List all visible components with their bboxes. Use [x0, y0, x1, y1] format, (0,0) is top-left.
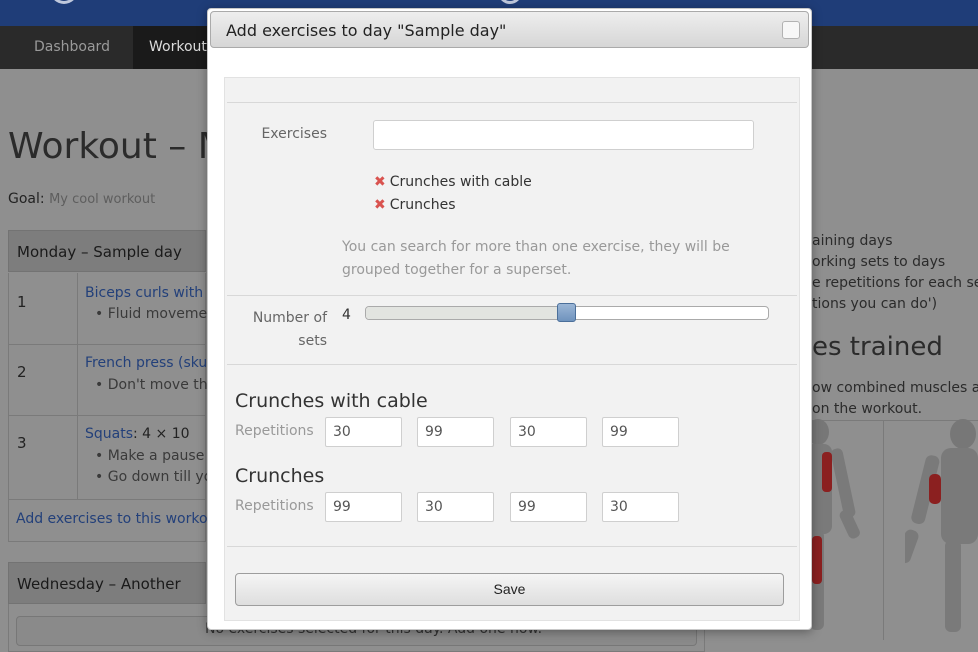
- repetitions-label: Repetitions: [235, 423, 314, 439]
- info-line: orking sets to days: [812, 254, 946, 270]
- form-divider: [227, 546, 797, 547]
- day-header-monday: Monday – Sample day: [8, 230, 206, 272]
- exercise-note: • Make a pause a: [95, 448, 218, 464]
- exercise-link[interactable]: Biceps curls with du: [85, 285, 225, 301]
- dialog-titlebar[interactable]: Add exercises to day "Sample day": [210, 11, 809, 48]
- selected-exercise: ✖ Crunches with cable: [374, 174, 532, 190]
- info-line: aining days: [812, 233, 893, 249]
- repetition-input[interactable]: 30: [417, 492, 494, 522]
- nav-dashboard[interactable]: Dashboard: [18, 26, 126, 69]
- row-divider: [77, 345, 78, 415]
- exercise-note: • Go down till you: [95, 469, 222, 485]
- goal-value: My cool workout: [49, 192, 156, 207]
- muscles-info-line: on the workout.: [812, 401, 923, 417]
- table-row: 1 Biceps curls with du • Fluid movemen: [8, 273, 225, 345]
- repetition-input[interactable]: 99: [325, 492, 402, 522]
- sets-value: 4: [342, 307, 351, 323]
- muscles-heading: es trained: [812, 332, 943, 362]
- repetition-input[interactable]: 30: [510, 417, 587, 447]
- save-button[interactable]: Save: [235, 573, 784, 606]
- form-divider: [227, 364, 797, 365]
- info-line: e repetitions for each set (: [812, 275, 978, 291]
- slider-fill: [366, 307, 567, 319]
- table-row: 3 Squats: 4 × 10 • Make a pause a • Go d…: [8, 416, 221, 500]
- repetition-input[interactable]: 30: [602, 492, 679, 522]
- sets-label: Number of sets: [252, 310, 327, 349]
- exercise-block-title: Crunches with cable: [235, 390, 428, 412]
- exercise-link[interactable]: French press (skull: [85, 355, 215, 371]
- add-exercises-link[interactable]: Add exercises to this workout: [16, 511, 222, 527]
- day-header-wednesday: Wednesday – Another sam: [8, 562, 206, 635]
- repetition-input[interactable]: 99: [510, 492, 587, 522]
- exercise-note: • Don't move the: [95, 377, 217, 393]
- add-exercises-dialog: Add exercises to day "Sample day" Exerci…: [207, 8, 812, 630]
- remove-icon[interactable]: ✖: [374, 174, 386, 190]
- repetition-input[interactable]: 99: [602, 417, 679, 447]
- exercise-link[interactable]: Squats: 4 × 10: [85, 426, 190, 442]
- form-divider: [227, 295, 797, 296]
- repetition-input[interactable]: 99: [417, 417, 494, 447]
- diagram-divider: [883, 420, 884, 640]
- muscle-back-figure: [905, 419, 978, 632]
- goal-label: Goal:: [8, 191, 45, 207]
- dialog-form: Exercises ✖ Crunches with cable ✖ Crunches…: [224, 77, 800, 621]
- muscles-info-line: ow combined muscles as t: [812, 380, 978, 396]
- remove-icon[interactable]: ✖: [374, 197, 386, 213]
- selected-exercise: ✖ Crunches: [374, 197, 456, 213]
- slider-handle[interactable]: [557, 303, 576, 322]
- page-title: Workout – M: [8, 126, 229, 167]
- sets-slider[interactable]: [365, 303, 769, 322]
- dialog-title: Add exercises to day "Sample day": [226, 21, 507, 40]
- superset-hint: You can search for more than one exercis…: [342, 239, 730, 278]
- row-number: 2: [17, 363, 27, 381]
- exercise-note: • Fluid movemen: [95, 306, 216, 322]
- info-line: tions you can do'): [812, 296, 938, 312]
- repetitions-label: Repetitions: [235, 498, 314, 514]
- goal-line: Goal: My cool workout: [8, 191, 155, 207]
- close-button[interactable]: [782, 21, 800, 39]
- row-number: 1: [17, 293, 27, 311]
- row-number: 3: [17, 434, 27, 452]
- row-divider: [77, 416, 78, 499]
- form-divider: [227, 102, 797, 103]
- exercise-search-input[interactable]: [373, 120, 754, 150]
- exercise-block-title: Crunches: [235, 465, 325, 487]
- repetition-input[interactable]: 30: [325, 417, 402, 447]
- row-divider: [77, 273, 78, 344]
- table-row: 2 French press (skull • Don't move the: [8, 345, 216, 416]
- exercises-label: Exercises: [261, 126, 327, 142]
